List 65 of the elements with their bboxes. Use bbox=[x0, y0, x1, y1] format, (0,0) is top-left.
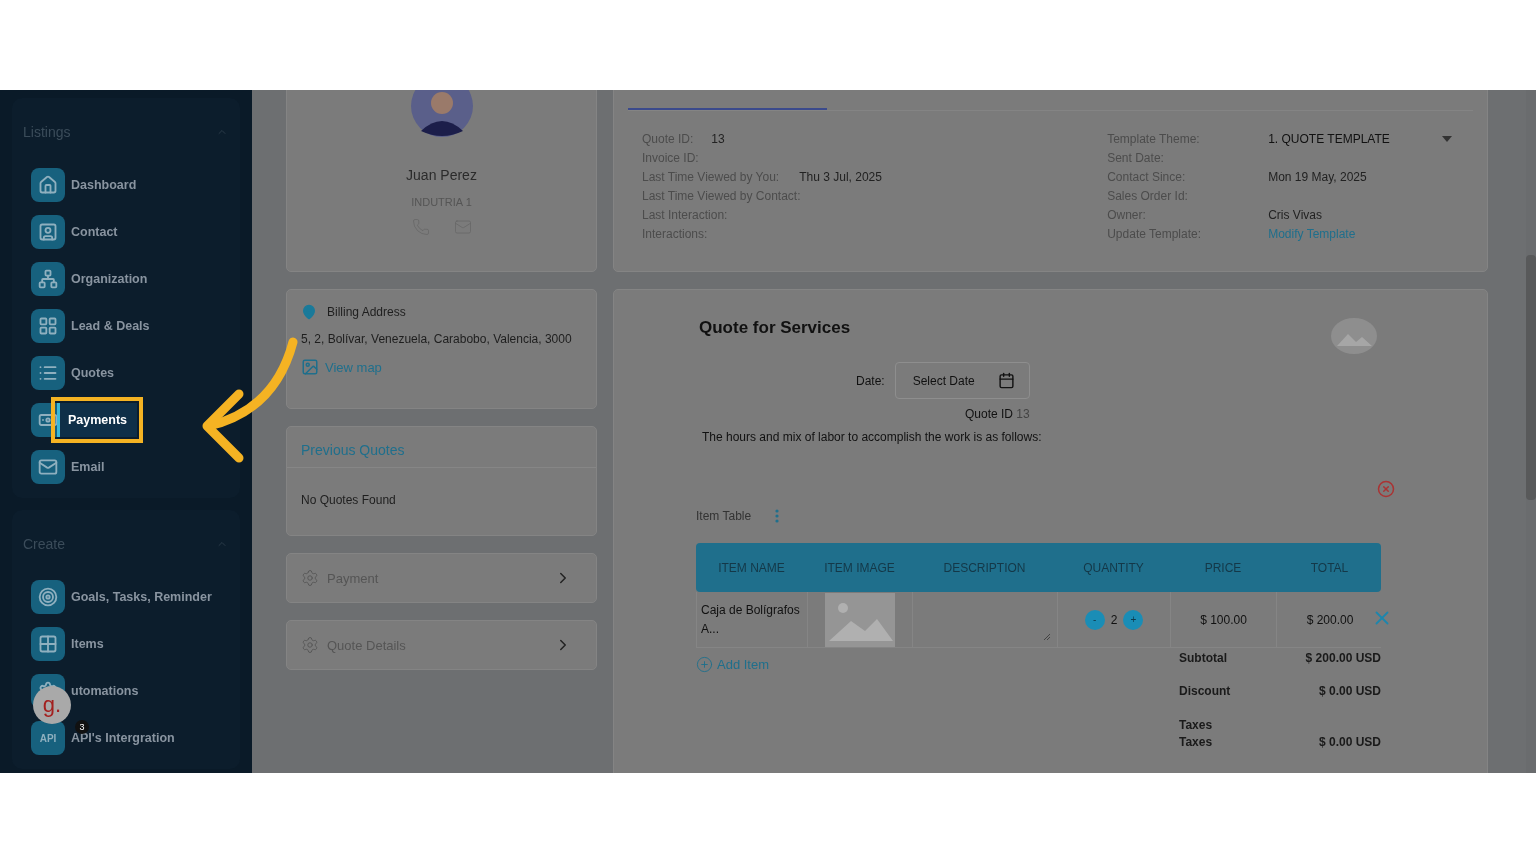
contact-name: Juan Perez bbox=[406, 167, 477, 183]
column-header: TOTAL bbox=[1309, 560, 1350, 575]
quantity-value: 2 bbox=[1110, 612, 1118, 627]
kebab-icon bbox=[775, 509, 780, 523]
grid-icon bbox=[38, 634, 58, 654]
total-label: Taxes bbox=[1179, 718, 1213, 732]
total-value: $ 200.00 bbox=[1306, 612, 1354, 627]
card-title: Previous Quotes bbox=[301, 442, 405, 458]
date-field[interactable]: Select Date bbox=[894, 362, 1030, 399]
quote-id: Quote ID 13 bbox=[964, 407, 1030, 421]
calendar-icon bbox=[997, 372, 1015, 389]
add-icon bbox=[696, 656, 713, 673]
intro-text: The hours and mix of labor to accomplish the work is as follows: bbox=[702, 430, 1043, 444]
column-header: DESCRIPTION bbox=[942, 560, 1027, 575]
empty-message: No Quotes Found bbox=[301, 493, 396, 507]
sidebar-item[interactable]: Items bbox=[31, 627, 104, 661]
sidebar-item[interactable]: Quotes bbox=[31, 356, 115, 390]
total-label: Subtotal bbox=[1179, 651, 1227, 665]
pin-icon bbox=[301, 304, 317, 320]
column-header: ITEM NAME bbox=[717, 560, 786, 575]
total-amount: $ 200.00 USD bbox=[1305, 651, 1381, 665]
column-header: PRICE bbox=[1203, 560, 1243, 575]
gear-icon bbox=[301, 636, 319, 654]
info-value: 13 bbox=[711, 131, 725, 146]
template-select[interactable]: 1. QUOTE TEMPLATE bbox=[1268, 131, 1453, 146]
more-button[interactable] bbox=[775, 509, 780, 523]
target-icon bbox=[38, 587, 58, 607]
list-icon bbox=[38, 363, 58, 383]
sidebar-item[interactable]: Goals, Tasks, Reminder bbox=[31, 580, 212, 614]
billing-title: Billing Address bbox=[327, 305, 406, 319]
total-label: Discount bbox=[1179, 684, 1231, 698]
grid-icon bbox=[38, 316, 58, 336]
image-placeholder-icon bbox=[1331, 318, 1377, 354]
total-amount: $ 0.00 USD bbox=[1318, 735, 1381, 749]
sidebar-item[interactable]: Email bbox=[31, 450, 105, 484]
info-value: Mon 19 May, 2025 bbox=[1268, 169, 1367, 184]
sidebar-item[interactable]: Lead & Deals bbox=[31, 309, 150, 343]
contact-card-icon bbox=[38, 222, 58, 242]
quote-title: Quote for Services bbox=[699, 318, 851, 338]
info-value: Cris Vivas bbox=[1268, 207, 1322, 222]
column-header: QUANTITY bbox=[1082, 560, 1145, 575]
sidebar-item[interactable]: Organization bbox=[31, 262, 148, 296]
total-label: Taxes bbox=[1179, 735, 1213, 749]
mail-icon bbox=[38, 457, 58, 477]
total-amount: $ 0.00 USD bbox=[1318, 684, 1381, 698]
sidebar-item[interactable]: Dashboard bbox=[31, 168, 137, 202]
map-icon bbox=[301, 358, 319, 376]
billing-address: 5, 2, Bolívar, Venezuela, Carabobo, Valencia, 3000 bbox=[301, 332, 573, 346]
gear-icon bbox=[301, 569, 319, 587]
increase-button[interactable]: + bbox=[1123, 609, 1144, 630]
item-name-cell: Caja de Bolígrafos A... bbox=[696, 592, 807, 647]
info-value: Thu 3 Jul, 2025 bbox=[799, 169, 882, 184]
remove-icon[interactable] bbox=[1377, 480, 1395, 498]
resize-handle-icon[interactable] bbox=[1043, 633, 1051, 641]
caret-icon bbox=[1442, 135, 1453, 142]
sidebar-item[interactable]: Contact bbox=[31, 215, 118, 249]
avatar bbox=[410, 90, 473, 137]
decrease-button[interactable]: - bbox=[1084, 609, 1105, 630]
price-value: $ 100.00 bbox=[1200, 612, 1247, 627]
date-label: Date: bbox=[856, 373, 885, 388]
home-icon bbox=[38, 175, 58, 195]
column-header: ITEM IMAGE bbox=[823, 560, 896, 575]
hierarchy-icon bbox=[38, 269, 58, 289]
item-image-placeholder bbox=[825, 592, 895, 647]
item-table-label: Item Table bbox=[696, 509, 752, 523]
